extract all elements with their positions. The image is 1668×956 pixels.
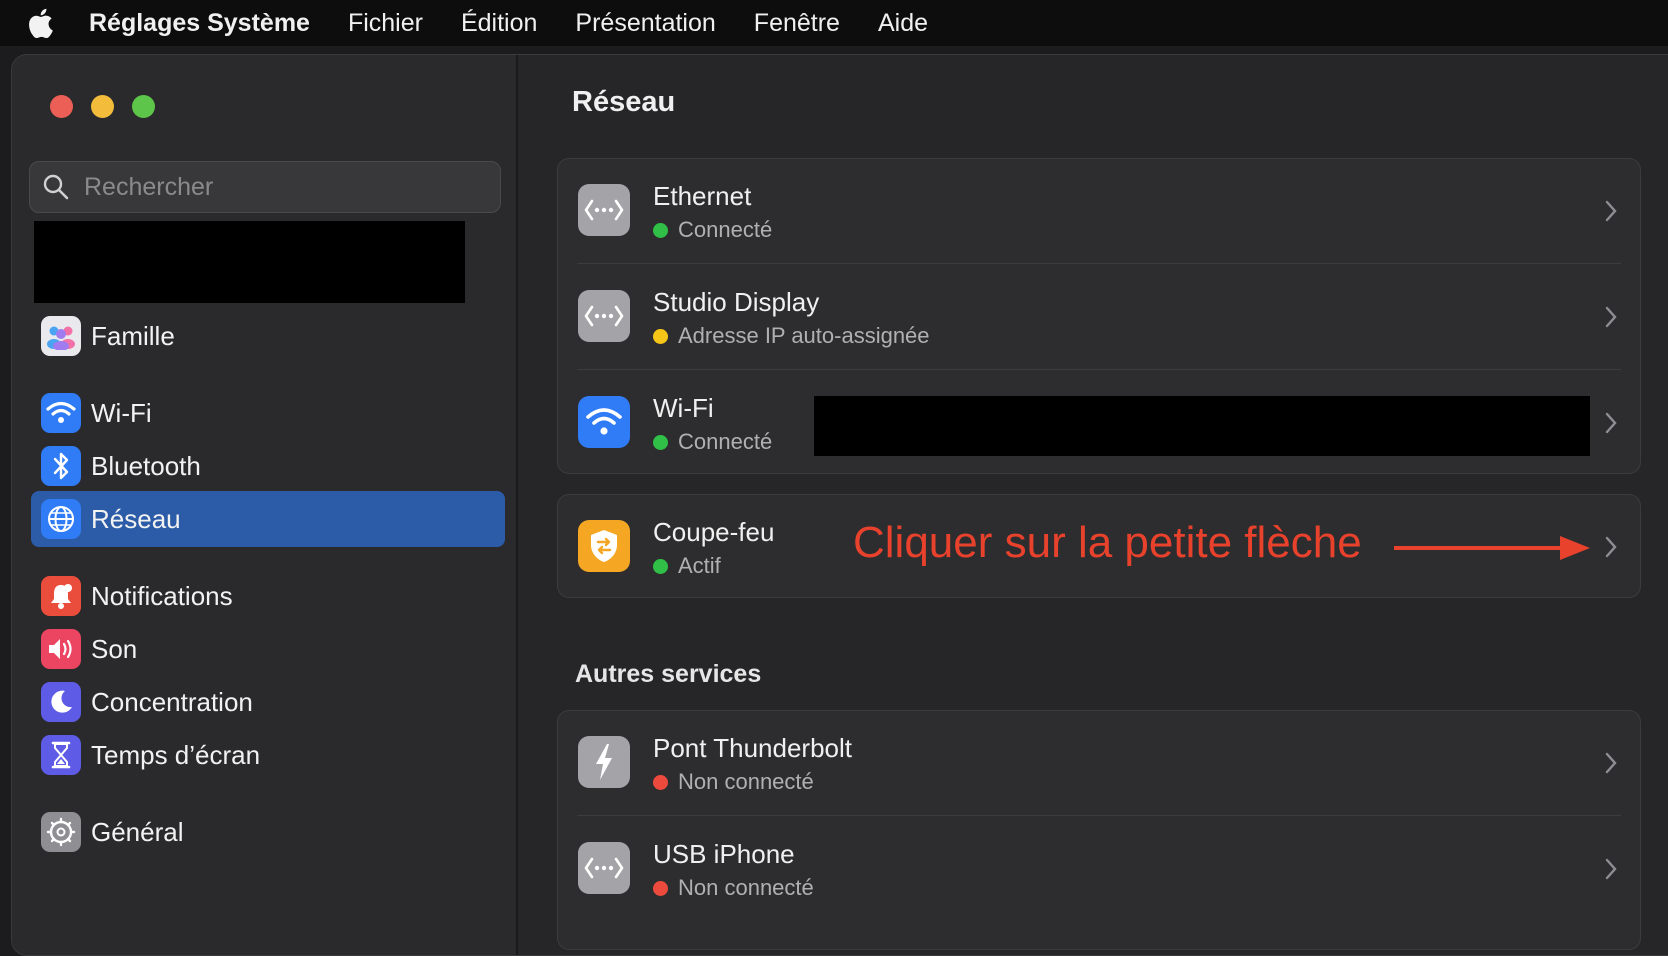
sidebar-item-label: Général bbox=[91, 816, 184, 847]
menu-bar: Réglages Système Fichier Édition Présent… bbox=[0, 0, 1668, 46]
moon-icon bbox=[41, 682, 81, 722]
menu-aide[interactable]: Aide bbox=[878, 9, 928, 38]
service-name: Coupe-feu bbox=[653, 517, 775, 547]
sidebar-item-label: Temps d’écran bbox=[91, 739, 261, 770]
bell-icon bbox=[41, 576, 81, 616]
menu-edition[interactable]: Édition bbox=[461, 9, 537, 38]
status-dot bbox=[653, 774, 668, 790]
chevron-right-icon[interactable] bbox=[1604, 411, 1618, 435]
section-title-autres-services: Autres services bbox=[575, 660, 762, 688]
status-text: Adresse IP auto-assignée bbox=[678, 323, 930, 348]
service-status: Non connecté bbox=[653, 875, 814, 901]
status-text: Non connecté bbox=[678, 769, 814, 794]
speaker-icon bbox=[41, 629, 81, 669]
status-dot bbox=[653, 328, 668, 344]
other-services-group: Pont Thunderbolt Non connecté USB iPhone… bbox=[557, 710, 1641, 950]
annotation-text: Cliquer sur la petite flèche bbox=[853, 518, 1362, 567]
service-name: Studio Display bbox=[653, 287, 820, 317]
hourglass-icon bbox=[41, 735, 81, 775]
service-status: Non connecté bbox=[653, 769, 814, 795]
service-row-studio-display[interactable]: Studio Display Adresse IP auto-assignée bbox=[558, 265, 1640, 371]
service-row-ethernet[interactable]: Ethernet Connecté bbox=[558, 159, 1640, 265]
sidebar-item-son[interactable]: Son bbox=[31, 621, 505, 677]
search-input[interactable] bbox=[82, 171, 466, 203]
service-row-usb-iphone[interactable]: USB iPhone Non connecté bbox=[558, 817, 1640, 923]
ethernet-icon bbox=[578, 842, 630, 894]
status-text: Connecté bbox=[678, 217, 773, 242]
sidebar-item-label: Son bbox=[91, 633, 138, 664]
status-dot bbox=[653, 434, 668, 450]
search-icon bbox=[43, 174, 69, 200]
sidebar-item-bluetooth[interactable]: Bluetooth bbox=[31, 438, 505, 494]
sidebar-item-notifications[interactable]: Notifications bbox=[31, 568, 505, 624]
menu-fenetre[interactable]: Fenêtre bbox=[754, 9, 840, 38]
sidebar-item-temps-ecran[interactable]: Temps d’écran bbox=[31, 727, 505, 783]
minimize-button[interactable] bbox=[91, 95, 114, 118]
service-status: Adresse IP auto-assignée bbox=[653, 323, 930, 349]
sidebar-item-wifi[interactable]: Wi-Fi bbox=[31, 385, 505, 441]
status-text: Connecté bbox=[678, 429, 773, 454]
sidebar-item-label: Wi-Fi bbox=[91, 397, 152, 428]
sidebar-item-label: Famille bbox=[91, 320, 175, 351]
zoom-button[interactable] bbox=[132, 95, 155, 118]
service-status: Connecté bbox=[653, 429, 772, 455]
redacted-account bbox=[34, 221, 465, 303]
sidebar-item-label: Concentration bbox=[91, 686, 253, 717]
page-title: Réseau bbox=[572, 86, 676, 118]
menu-app-name[interactable]: Réglages Système bbox=[89, 9, 310, 38]
status-dot bbox=[653, 558, 668, 574]
service-name: USB iPhone bbox=[653, 839, 795, 869]
sidebar-item-famille[interactable]: Famille bbox=[31, 308, 505, 364]
status-dot bbox=[653, 880, 668, 896]
sidebar-item-label: Réseau bbox=[91, 503, 181, 534]
service-status: Connecté bbox=[653, 217, 772, 243]
divider bbox=[577, 369, 1621, 370]
sidebar-item-general[interactable]: Général bbox=[31, 804, 505, 860]
menu-fichier[interactable]: Fichier bbox=[348, 9, 423, 38]
service-row-wifi[interactable]: Wi-Fi Connecté bbox=[558, 371, 1640, 477]
divider bbox=[577, 815, 1621, 816]
status-text: Non connecté bbox=[678, 875, 814, 900]
wifi-icon bbox=[41, 393, 81, 433]
globe-icon bbox=[41, 499, 81, 539]
family-icon bbox=[41, 316, 81, 356]
search-field[interactable] bbox=[29, 161, 501, 213]
sidebar-item-concentration[interactable]: Concentration bbox=[31, 674, 505, 730]
sidebar-item-label: Bluetooth bbox=[91, 450, 201, 481]
chevron-right-icon[interactable] bbox=[1604, 199, 1618, 223]
divider bbox=[577, 263, 1621, 264]
redacted-network-name bbox=[814, 396, 1590, 456]
sidebar-item-label: Notifications bbox=[91, 580, 233, 611]
service-status: Actif bbox=[653, 553, 721, 579]
close-button[interactable] bbox=[50, 95, 73, 118]
status-text: Actif bbox=[678, 553, 721, 578]
chevron-right-icon[interactable] bbox=[1604, 535, 1618, 559]
chevron-right-icon[interactable] bbox=[1604, 857, 1618, 881]
service-row-thunderbolt[interactable]: Pont Thunderbolt Non connecté bbox=[558, 711, 1640, 817]
gear-icon bbox=[41, 812, 81, 852]
thunderbolt-icon bbox=[578, 736, 630, 788]
apple-logo-icon[interactable] bbox=[27, 6, 57, 40]
sidebar: Famille Wi-Fi Bluetooth bbox=[12, 55, 518, 955]
sidebar-item-reseau[interactable]: Réseau bbox=[31, 491, 505, 547]
menu-presentation[interactable]: Présentation bbox=[575, 9, 715, 38]
ethernet-icon bbox=[578, 184, 630, 236]
ethernet-icon bbox=[578, 290, 630, 342]
service-name: Ethernet bbox=[653, 181, 752, 211]
window-controls bbox=[50, 95, 155, 118]
wifi-icon bbox=[578, 396, 630, 448]
bluetooth-icon bbox=[41, 446, 81, 486]
chevron-right-icon[interactable] bbox=[1604, 751, 1618, 775]
annotation-arrow-icon bbox=[1394, 536, 1590, 560]
service-name: Wi-Fi bbox=[653, 393, 714, 423]
firewall-shield-icon bbox=[578, 520, 630, 572]
status-dot bbox=[653, 222, 668, 238]
service-name: Pont Thunderbolt bbox=[653, 733, 852, 763]
chevron-right-icon[interactable] bbox=[1604, 305, 1618, 329]
services-group: Ethernet Connecté Studio Display Adresse… bbox=[557, 158, 1641, 474]
